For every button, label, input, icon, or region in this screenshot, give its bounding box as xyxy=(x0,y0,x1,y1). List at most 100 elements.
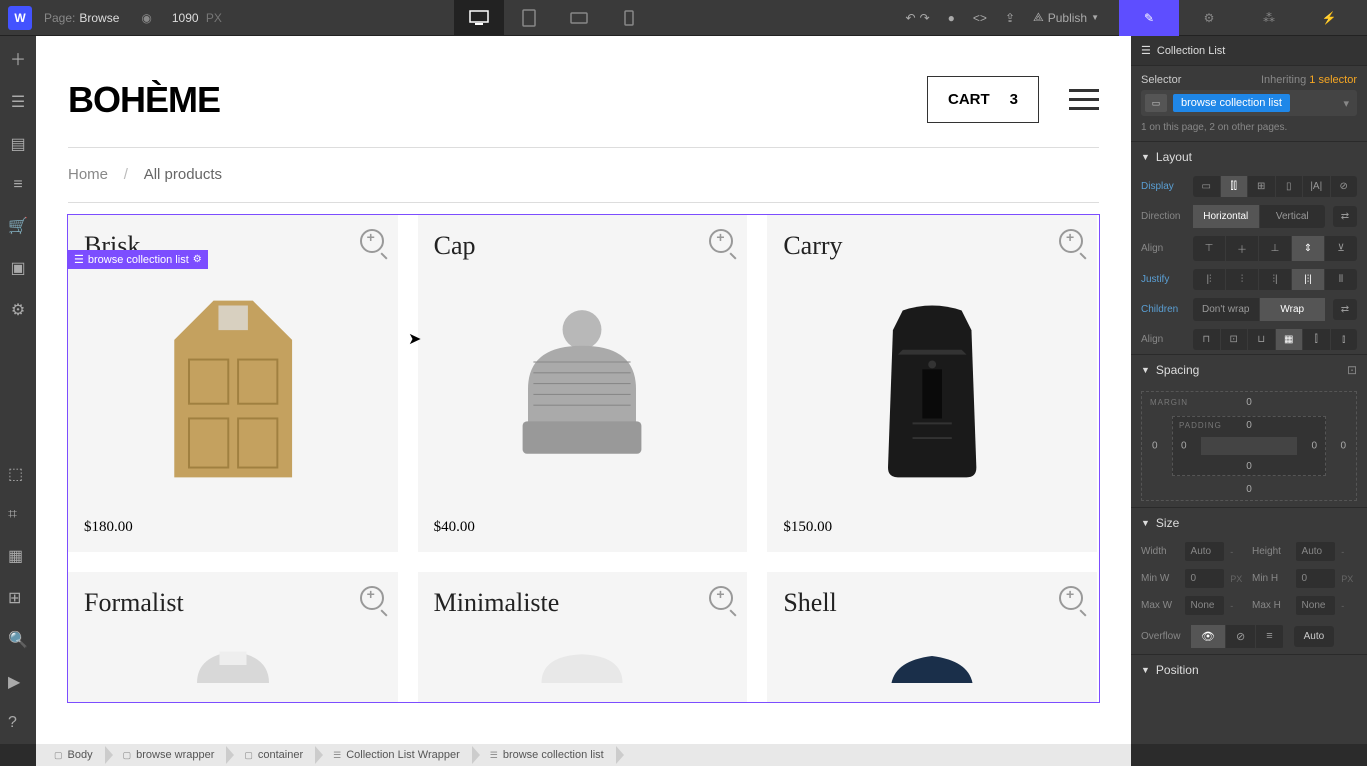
margin-top[interactable]: 0 xyxy=(1246,397,1252,408)
device-mobile[interactable] xyxy=(604,0,654,36)
ruler-icon[interactable]: ⊞ xyxy=(8,588,28,608)
redo-icon[interactable]: ↷ xyxy=(920,11,930,25)
padding-right[interactable]: 0 xyxy=(1311,441,1317,452)
canvas[interactable]: BOHÈME CART 3 Home / All products ☰ brow… xyxy=(36,36,1131,744)
section-title[interactable]: ▼Layout xyxy=(1131,142,1367,172)
crumb-container[interactable]: ▢container xyxy=(226,744,315,766)
section-title[interactable]: ▼Size xyxy=(1131,508,1367,538)
breadcrumb-home[interactable]: Home xyxy=(68,166,108,183)
product-card[interactable]: Formalist xyxy=(68,572,398,702)
overflow-scroll[interactable]: ≡ xyxy=(1256,625,1283,648)
panel-tab-interactions[interactable]: ⚡ xyxy=(1299,0,1359,36)
crumb-collection-wrapper[interactable]: ☰Collection List Wrapper xyxy=(315,744,472,766)
display-inline[interactable]: |A| xyxy=(1303,176,1331,197)
section-title[interactable]: ▼Position xyxy=(1131,655,1367,685)
ac-between[interactable]: ⫿ xyxy=(1303,329,1331,350)
ac-end[interactable]: ⊔ xyxy=(1248,329,1276,350)
selector-chip[interactable]: ▭ browse collection list ▾ xyxy=(1141,90,1357,116)
display-grid[interactable]: ⊞ xyxy=(1248,176,1276,197)
search-icon[interactable]: 🔍 xyxy=(8,630,28,650)
expand-icon[interactable]: ⊡ xyxy=(1347,363,1357,377)
export-icon[interactable]: ⇪ xyxy=(1005,11,1015,25)
device-tablet-landscape[interactable] xyxy=(554,0,604,36)
gear-icon[interactable]: ⚙ xyxy=(193,254,202,265)
crumb-wrapper[interactable]: ▢browse wrapper xyxy=(105,744,227,766)
overflow-auto[interactable]: Auto xyxy=(1294,626,1335,647)
display-none[interactable]: ⊘ xyxy=(1331,176,1358,197)
device-desktop[interactable] xyxy=(454,0,504,36)
zoom-icon[interactable] xyxy=(360,229,384,253)
crumb-body[interactable]: ▢Body xyxy=(36,744,105,766)
ac-center[interactable]: ⊡ xyxy=(1221,329,1249,350)
collection-list[interactable]: Brisk $180.00 Cap $40.00 Carry xyxy=(68,215,1099,702)
padding-top[interactable]: 0 xyxy=(1246,420,1252,431)
spacing-box[interactable]: MARGIN 0 0 0 0 PADDING 0 0 0 0 xyxy=(1141,391,1357,501)
device-tablet[interactable] xyxy=(504,0,554,36)
width-input[interactable]: Auto xyxy=(1185,542,1225,561)
direction-vertical[interactable]: Vertical xyxy=(1260,205,1326,228)
justify-center[interactable]: ⫶ xyxy=(1226,269,1259,290)
cms-icon[interactable]: ≡ xyxy=(13,176,22,194)
product-card[interactable]: Minimaliste xyxy=(418,572,748,702)
margin-bottom[interactable]: 0 xyxy=(1246,484,1252,495)
maxh-input[interactable]: None xyxy=(1296,596,1336,615)
canvas-width[interactable]: 1090 PX xyxy=(172,11,222,25)
panel-tab-style[interactable]: ✎ xyxy=(1119,0,1179,36)
navigator-icon[interactable]: ☰ xyxy=(11,92,25,112)
product-card[interactable]: Carry $150.00 xyxy=(767,215,1097,552)
zoom-icon[interactable] xyxy=(1059,229,1083,253)
margin-right[interactable]: 0 xyxy=(1340,441,1346,452)
wrap-nowrap[interactable]: Don't wrap xyxy=(1193,298,1260,321)
preview-icon[interactable]: ◉ xyxy=(141,11,151,25)
zoom-icon[interactable] xyxy=(360,586,384,610)
padding-left[interactable]: 0 xyxy=(1181,441,1187,452)
maxw-input[interactable]: None xyxy=(1185,596,1225,615)
overflow-hidden[interactable]: ⊘ xyxy=(1226,625,1256,648)
align-stretch[interactable]: ⇕ xyxy=(1292,236,1325,261)
direction-horizontal[interactable]: Horizontal xyxy=(1193,205,1260,228)
justify-start[interactable]: |⫶ xyxy=(1193,269,1226,290)
minh-input[interactable]: 0 xyxy=(1296,569,1336,588)
minw-input[interactable]: 0 xyxy=(1185,569,1225,588)
chevron-down-icon[interactable]: ▾ xyxy=(1343,97,1353,110)
page-selector[interactable]: Page: Browse xyxy=(44,11,119,25)
align-center[interactable]: ＋ xyxy=(1226,236,1259,261)
padding-bottom[interactable]: 0 xyxy=(1246,461,1252,472)
inheriting-label[interactable]: Inheriting 1 selector xyxy=(1261,74,1357,86)
cart-button[interactable]: CART 3 xyxy=(927,76,1039,123)
selection-tag[interactable]: ☰ browse collection list ⚙ xyxy=(68,250,208,269)
display-block[interactable]: ▭ xyxy=(1193,176,1221,197)
align-start[interactable]: ⊤ xyxy=(1193,236,1226,261)
help-icon[interactable]: ? xyxy=(8,714,28,732)
display-inline-block[interactable]: ▯ xyxy=(1276,176,1304,197)
webflow-logo[interactable]: W xyxy=(8,6,32,30)
video-icon[interactable]: ▶ xyxy=(8,672,28,692)
product-card[interactable]: Shell xyxy=(767,572,1097,702)
justify-around[interactable]: ⫴ xyxy=(1325,269,1357,290)
assets-icon[interactable]: ▣ xyxy=(10,258,25,278)
ecommerce-icon[interactable]: 🛒 xyxy=(8,216,28,236)
reverse-icon[interactable]: ⇄ xyxy=(1333,299,1357,320)
justify-between[interactable]: |⫶| xyxy=(1292,269,1325,290)
overflow-visible[interactable]: 👁 xyxy=(1191,625,1226,648)
margin-left[interactable]: 0 xyxy=(1152,441,1158,452)
undo-icon[interactable]: ↶ xyxy=(906,11,916,25)
height-input[interactable]: Auto xyxy=(1296,542,1336,561)
ac-stretch[interactable]: ▦ xyxy=(1276,329,1304,350)
zoom-icon[interactable] xyxy=(1059,586,1083,610)
wrap-wrap[interactable]: Wrap xyxy=(1260,298,1326,321)
align-baseline[interactable]: ⊻ xyxy=(1325,236,1357,261)
crumb-collection-list[interactable]: ☰browse collection list xyxy=(472,744,616,766)
audit-icon[interactable]: ⬚ xyxy=(8,464,28,484)
section-title[interactable]: ▼Spacing⊡ xyxy=(1131,355,1367,385)
display-flex[interactable]: ⫿⫿ xyxy=(1221,176,1249,197)
menu-icon[interactable] xyxy=(1069,89,1099,110)
status-ok-icon[interactable]: ● xyxy=(948,11,955,25)
ac-start[interactable]: ⊓ xyxy=(1193,329,1221,350)
grid-icon[interactable]: ▦ xyxy=(8,546,28,566)
panel-tab-effects[interactable]: ⁂ xyxy=(1239,0,1299,36)
settings-icon[interactable]: ⚙ xyxy=(11,300,25,320)
product-card[interactable]: Cap $40.00 xyxy=(418,215,748,552)
panel-tab-settings[interactable]: ⚙ xyxy=(1179,0,1239,36)
publish-button[interactable]: ⟁ Publish ▼ xyxy=(1033,10,1099,25)
